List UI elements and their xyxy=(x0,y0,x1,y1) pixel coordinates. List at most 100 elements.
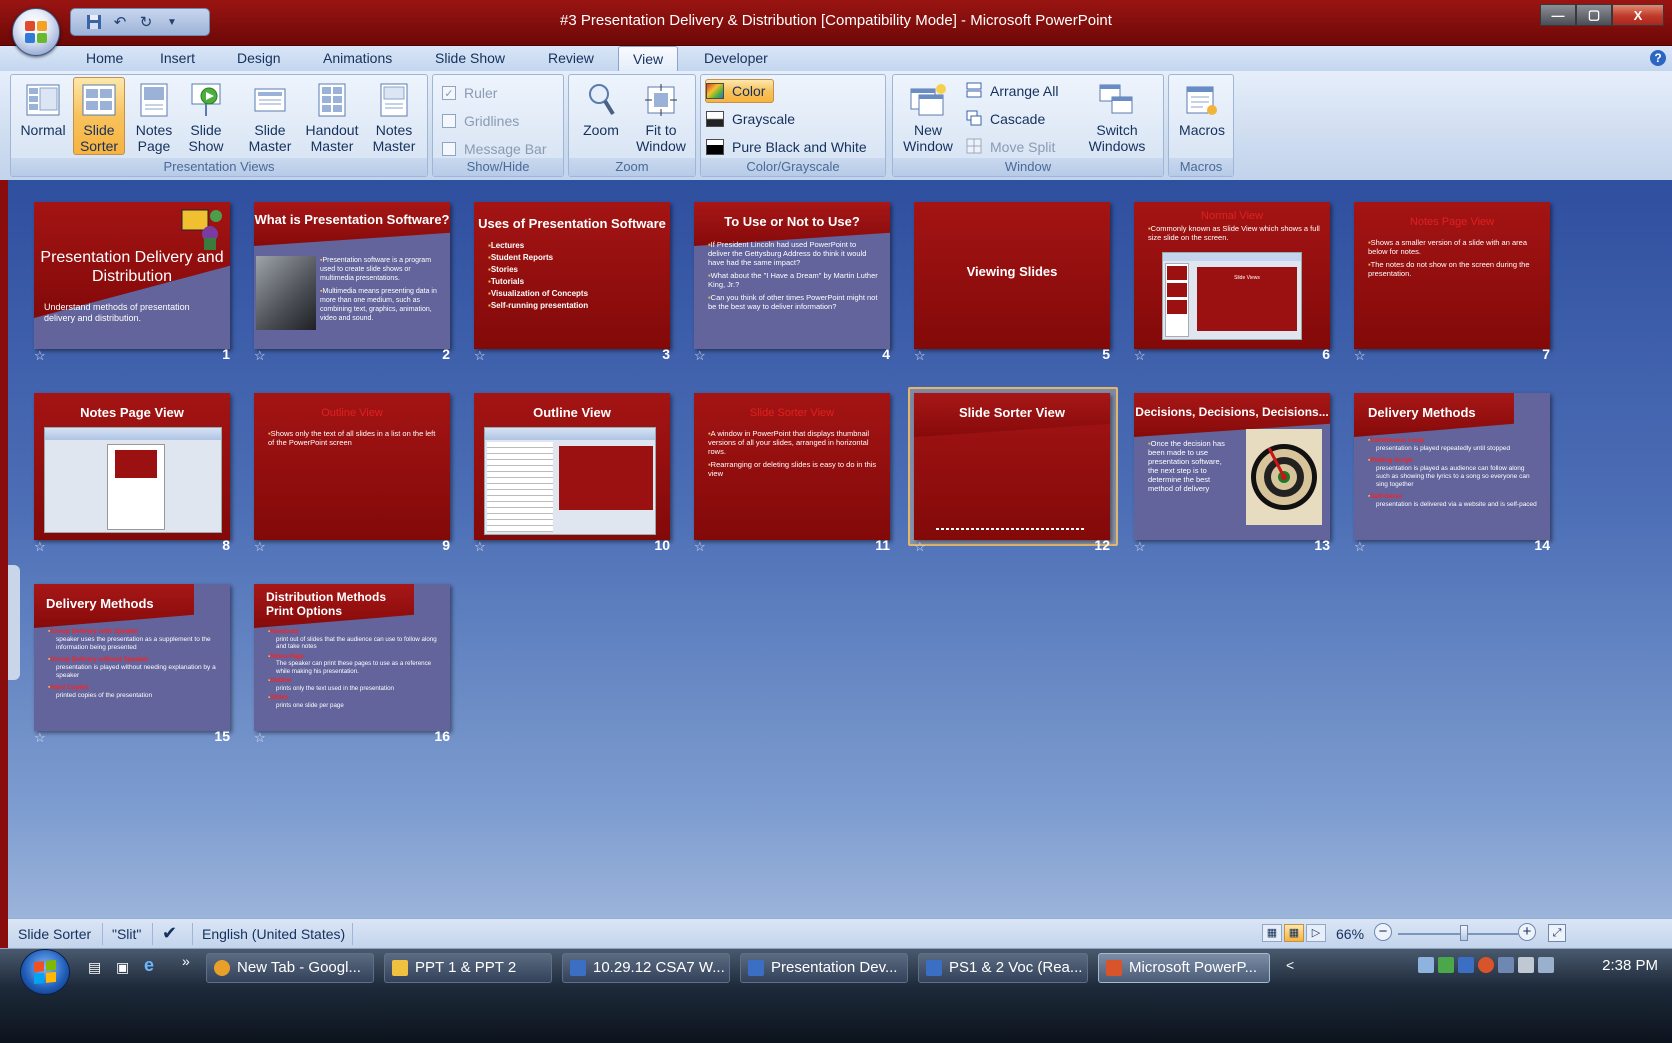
cascade-button[interactable]: Cascade xyxy=(965,107,1054,131)
taskbar-button[interactable]: PPT 1 & PPT 2 xyxy=(384,953,552,983)
taskbar-button[interactable]: New Tab - Googl... xyxy=(206,953,374,983)
animation-star-icon[interactable]: ☆ xyxy=(474,348,486,364)
slide-thumbnail[interactable]: Uses of Presentation Software Lectures S… xyxy=(474,202,670,349)
fit-to-window-button[interactable]: Fit to Window xyxy=(631,77,691,155)
slide-thumbnail[interactable]: To Use or Not to Use? If President Linco… xyxy=(694,202,890,349)
tab-animations[interactable]: Animations xyxy=(309,46,406,71)
animation-star-icon[interactable]: ☆ xyxy=(254,348,266,364)
screenshot-outline-view xyxy=(484,427,656,535)
taskbar-button[interactable]: Presentation Dev... xyxy=(740,953,908,983)
slide-thumbnail[interactable]: Outline View Shows only the text of all … xyxy=(254,393,450,540)
taskbar-clock[interactable]: 2:38 PM xyxy=(1602,957,1658,974)
volume-icon[interactable] xyxy=(1538,957,1554,973)
slide-show-status-icon[interactable]: ▷ xyxy=(1306,924,1326,942)
internet-explorer-icon[interactable]: e xyxy=(144,955,164,975)
pure-black-white-button[interactable]: Pure Black and White xyxy=(705,135,876,159)
taskbar-button[interactable]: PS1 & 2 Voc (Rea... xyxy=(918,953,1088,983)
taskbar-button[interactable]: 10.29.12 CSA7 W... xyxy=(562,953,730,983)
show-desktop-icon[interactable]: ▤ xyxy=(88,959,108,977)
minimize-button[interactable]: — xyxy=(1540,4,1576,26)
animation-star-icon[interactable]: ☆ xyxy=(914,348,926,364)
slide-master-button[interactable]: Slide Master xyxy=(243,77,297,155)
tray-app-icon[interactable] xyxy=(1458,957,1474,973)
animation-star-icon[interactable]: ☆ xyxy=(1134,348,1146,364)
zoom-in-icon[interactable]: + xyxy=(1518,923,1536,941)
quick-launch-chevron[interactable]: » xyxy=(182,953,202,971)
fit-slide-icon[interactable]: ⤢ xyxy=(1548,924,1566,942)
slide-master-label-2: Master xyxy=(248,138,292,154)
tray-expand-icon[interactable]: < xyxy=(1286,957,1306,975)
animation-star-icon[interactable]: ☆ xyxy=(1354,539,1366,555)
macros-button[interactable]: Macros xyxy=(1174,77,1230,155)
zoom-button[interactable]: Zoom xyxy=(575,77,627,155)
animation-star-icon[interactable]: ☆ xyxy=(34,539,46,555)
tray-app-icon[interactable] xyxy=(1498,957,1514,973)
tab-slide-show[interactable]: Slide Show xyxy=(421,46,519,71)
color-button[interactable]: Color xyxy=(705,79,775,103)
taskbar-button-active[interactable]: Microsoft PowerP... xyxy=(1098,953,1270,983)
arrange-all-button[interactable]: Arrange All xyxy=(965,79,1067,103)
animation-star-icon[interactable]: ☆ xyxy=(254,539,266,555)
zoom-out-icon[interactable]: − xyxy=(1374,923,1392,941)
animation-star-icon[interactable]: ☆ xyxy=(914,539,926,555)
animation-star-icon[interactable]: ☆ xyxy=(34,730,46,746)
zoom-slider-thumb[interactable] xyxy=(1460,925,1468,941)
tab-developer[interactable]: Developer xyxy=(690,46,782,71)
slide-thumbnail[interactable]: Delivery Methods Continuous Loop present… xyxy=(1354,393,1550,540)
grayscale-button[interactable]: Grayscale xyxy=(705,107,804,131)
slide-sorter-status-icon[interactable]: ▦ xyxy=(1284,924,1304,942)
slide-thumbnail[interactable]: Notes Page View Shows a smaller version … xyxy=(1354,202,1550,349)
slide-sorter-button[interactable]: Slide Sorter xyxy=(73,77,125,155)
tab-home[interactable]: Home xyxy=(72,46,137,71)
slide-thumbnail[interactable]: Presentation Delivery and Distribution U… xyxy=(34,202,230,349)
start-button[interactable] xyxy=(20,949,70,995)
slide-thumbnail[interactable]: Normal View Commonly known as Slide View… xyxy=(1134,202,1330,349)
maximize-button[interactable]: ▢ xyxy=(1576,4,1612,26)
zoom-level[interactable]: 66% xyxy=(1336,926,1364,942)
network-icon[interactable] xyxy=(1518,957,1534,973)
status-language[interactable]: English (United States) xyxy=(202,926,345,942)
tab-insert[interactable]: Insert xyxy=(146,46,209,71)
slide-thumbnail[interactable]: Decisions, Decisions, Decisions... Once … xyxy=(1134,393,1330,540)
animation-star-icon[interactable]: ☆ xyxy=(474,539,486,555)
notes-master-button[interactable]: Notes Master xyxy=(367,77,421,155)
tab-review[interactable]: Review xyxy=(534,46,608,71)
tab-design[interactable]: Design xyxy=(223,46,295,71)
tray-app-icon[interactable] xyxy=(1478,957,1494,973)
slide-show-button[interactable]: Slide Show xyxy=(181,77,231,155)
move-split-button[interactable]: Move Split xyxy=(965,135,1064,159)
gridlines-checkbox[interactable]: Gridlines xyxy=(441,109,528,133)
ruler-checkbox[interactable]: ✓ Ruler xyxy=(441,81,506,105)
slide-title: Outline View xyxy=(533,405,611,420)
tab-view[interactable]: View xyxy=(618,46,679,71)
help-icon[interactable]: ? xyxy=(1650,50,1666,66)
close-button[interactable]: X xyxy=(1612,4,1664,26)
slide-thumbnail[interactable]: What is Presentation Software? Presentat… xyxy=(254,202,450,349)
animation-star-icon[interactable]: ☆ xyxy=(1134,539,1146,555)
slide-thumbnail[interactable]: Slide Sorter View A window in PowerPoint… xyxy=(694,393,890,540)
switch-windows-button[interactable]: Switch Windows xyxy=(1077,77,1157,155)
slide-thumbnail[interactable]: Outline View xyxy=(474,393,670,540)
pane-resize-handle[interactable] xyxy=(8,565,20,680)
handout-master-button[interactable]: Handout Master xyxy=(301,77,363,155)
office-button[interactable] xyxy=(12,8,60,56)
slide-thumbnail[interactable]: Viewing Slides xyxy=(914,202,1110,349)
slide-thumbnail[interactable]: Notes Page View xyxy=(34,393,230,540)
slide-thumbnail[interactable]: Delivery Methods Group Delivery with Spe… xyxy=(34,584,230,731)
notes-page-button[interactable]: Notes Page xyxy=(129,77,179,155)
new-window-button[interactable]: New Window xyxy=(897,77,959,155)
animation-star-icon[interactable]: ☆ xyxy=(34,348,46,364)
spelling-check-icon[interactable]: ✔ xyxy=(162,923,177,944)
zoom-slider-track[interactable] xyxy=(1398,933,1518,935)
animation-star-icon[interactable]: ☆ xyxy=(694,348,706,364)
slide-thumbnail[interactable]: Distribution Methods Print Options Hando… xyxy=(254,584,450,731)
normal-view-button[interactable]: Normal xyxy=(17,77,69,155)
animation-star-icon[interactable]: ☆ xyxy=(1354,348,1366,364)
slide-thumbnail-selected[interactable]: Slide Sorter View xyxy=(914,393,1110,540)
switch-windows-icon[interactable]: ▣ xyxy=(116,959,136,977)
normal-view-status-icon[interactable]: ▦ xyxy=(1262,924,1282,942)
animation-star-icon[interactable]: ☆ xyxy=(694,539,706,555)
animation-star-icon[interactable]: ☆ xyxy=(254,730,266,746)
tray-app-icon[interactable] xyxy=(1438,957,1454,973)
tray-app-icon[interactable] xyxy=(1418,957,1434,973)
